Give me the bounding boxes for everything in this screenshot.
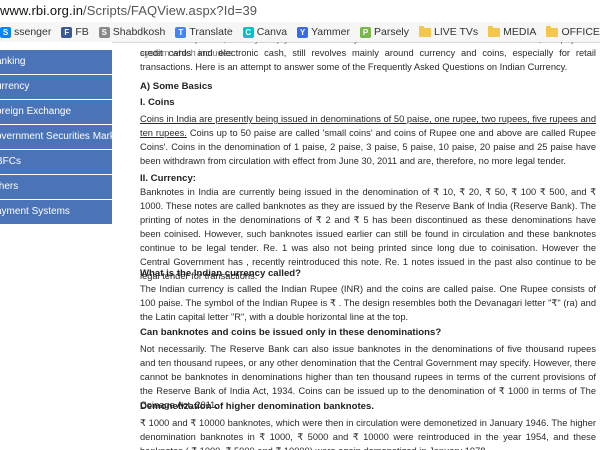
answer-demonetization: ₹ 1000 and ₹ 10000 banknotes, which were… <box>140 418 596 450</box>
section-currency: II. Currency: <box>140 173 196 184</box>
folder-icon <box>419 25 431 37</box>
yammer-icon: Y <box>297 26 309 38</box>
bookmark-label: Translate <box>189 26 233 38</box>
sidebar-item-label: anking <box>0 56 26 67</box>
bookmark-canva[interactable]: C Canva <box>242 26 288 38</box>
sidebar-item-overnment-securities-market[interactable]: overnment Securities Market <box>0 125 112 150</box>
bookmark-folder[interactable]: OFFICE LINKS <box>546 25 600 38</box>
bookmark-yammer[interactable]: Y Yammer <box>297 26 350 38</box>
sidebar-item-anking[interactable]: anking <box>0 50 112 75</box>
sidebar-item-label: urrency <box>0 81 30 92</box>
bookmark-translate[interactable]: T Translate <box>175 26 233 38</box>
sidebar-item-thers[interactable]: thers <box>0 175 112 200</box>
sidebar-item-oreign-exchange[interactable]: oreign Exchange <box>0 100 112 125</box>
answer-currency-name: The Indian currency is called the Indian… <box>140 284 596 322</box>
sidebar-item-bfcs[interactable]: BFCs <box>0 150 112 175</box>
coins-paragraph: Coins in India are presently being issue… <box>140 112 596 168</box>
bookmark-facebook[interactable]: F FB <box>61 26 89 38</box>
bookmark-label: LIVE TVs <box>434 26 479 38</box>
bookmark-label: ssenger <box>14 26 52 38</box>
bookmark-label: Shabdkosh <box>112 26 166 38</box>
url-path: /Scripts/FAQView.aspx?Id=39 <box>83 3 258 18</box>
messenger-icon: S <box>0 26 11 38</box>
sidebar-item-ayment-systems[interactable]: ayment Systems <box>0 200 112 225</box>
address-bar[interactable]: www.rbi.org.in/Scripts/FAQView.aspx?Id=3… <box>0 0 600 23</box>
question-demonetization: Demonetization of higher denomination ba… <box>140 401 374 412</box>
coins-rest-text: Coins up to 50 paise are called 'small c… <box>140 128 596 166</box>
intro-paragraph: credit cards and electronic cash, still … <box>140 48 596 72</box>
sidebar-item-label: overnment Securities Market <box>0 131 112 142</box>
bookmark-shabdkosh[interactable]: S Shabdkosh <box>98 26 166 38</box>
bookmark-folder[interactable]: MEDIA <box>488 25 537 38</box>
question-denominations: Can banknotes and coins be issued only i… <box>140 327 442 338</box>
shabdkosh-icon: S <box>98 26 110 38</box>
sidebar-item-label: oreign Exchange <box>0 106 72 117</box>
folder-icon <box>488 25 501 37</box>
folder-icon <box>546 25 559 37</box>
url-text[interactable]: www.rbi.org.in/Scripts/FAQView.aspx?Id=3… <box>0 3 257 18</box>
bookmark-folder[interactable]: LIVE TVs <box>419 25 479 38</box>
bookmark-label: Parsely <box>373 26 409 38</box>
bookmark-label: Yammer <box>311 26 350 38</box>
bookmark-label: OFFICE LINKS <box>561 26 600 38</box>
sidebar-item-label: thers <box>0 181 19 192</box>
url-host: www.rbi.org.in <box>0 3 84 18</box>
bookmark-messenger[interactable]: Sssenger <box>0 26 51 38</box>
bookmark-label: FB <box>75 26 89 38</box>
sidebar-item-urrency[interactable]: urrency <box>0 75 112 100</box>
question-currency-name: What is the Indian currency called? <box>140 268 301 279</box>
sidebar-nav: anking urrency oreign Exchange overnment Se… <box>0 42 112 450</box>
parsely-icon: P <box>359 26 371 38</box>
section-some-basics: A) Some Basics <box>140 81 213 92</box>
canva-icon: C <box>242 26 254 38</box>
bookmarks-bar: Sssenger F FB S Shabdkosh T Translate C Canva Y Ya… <box>0 22 600 43</box>
sidebar-item-label: ayment Systems <box>0 206 70 217</box>
facebook-icon: F <box>61 26 73 38</box>
section-coins: I. Coins <box>140 97 175 108</box>
sidebar-item-label: BFCs <box>0 156 21 167</box>
translate-icon: T <box>175 26 187 38</box>
bookmark-label: Canva <box>256 26 288 38</box>
faq-content: ...a common person, namely simply means … <box>140 42 596 450</box>
bookmark-label: MEDIA <box>503 26 537 38</box>
bookmark-parsely[interactable]: P Parsely <box>359 26 409 38</box>
